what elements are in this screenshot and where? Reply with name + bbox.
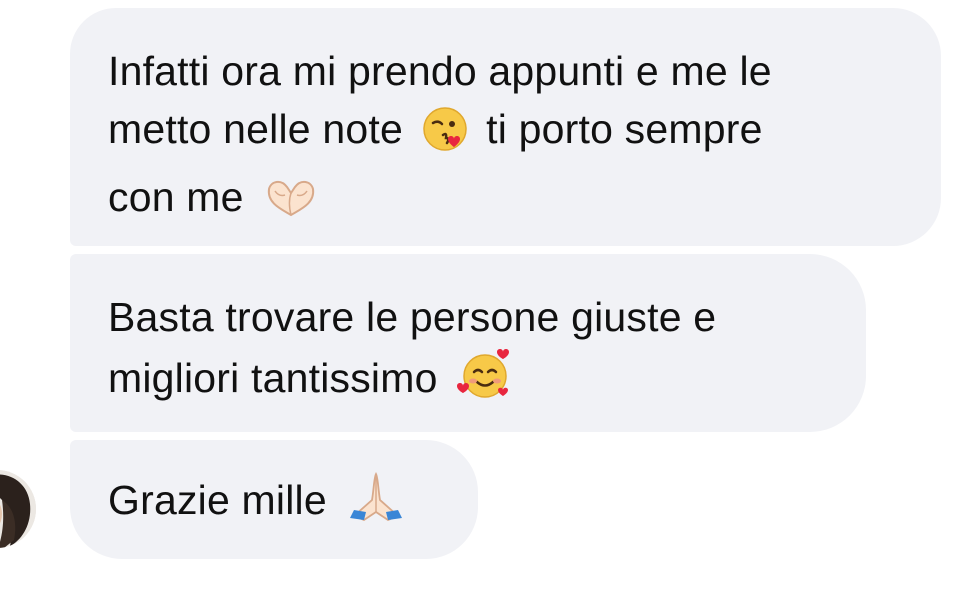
folded-hands-icon <box>344 470 408 539</box>
message-text: metto nelle note <box>108 106 415 152</box>
heart-hands-icon <box>261 177 321 236</box>
message-text: Infatti ora mi prendo appunti e me le <box>108 48 772 94</box>
message-text: ti porto sempre <box>474 106 763 152</box>
chat-thread: Infatti ora mi prendo appunti e me le me… <box>0 0 953 591</box>
face-blowing-kiss-icon <box>421 105 469 168</box>
smiling-face-with-hearts-icon <box>455 346 515 417</box>
message-bubble[interactable]: Grazie mille <box>70 440 478 559</box>
avatar[interactable] <box>0 470 36 548</box>
message-bubble[interactable]: Basta trovare le persone giuste e miglio… <box>70 254 866 432</box>
message-text: Basta trovare le persone giuste e <box>108 294 717 340</box>
message-text: con me <box>108 174 256 220</box>
message-text: migliori tantissimo <box>108 355 450 401</box>
message-bubble[interactable]: Infatti ora mi prendo appunti e me le me… <box>70 8 941 246</box>
message-text: Grazie mille <box>108 477 339 523</box>
